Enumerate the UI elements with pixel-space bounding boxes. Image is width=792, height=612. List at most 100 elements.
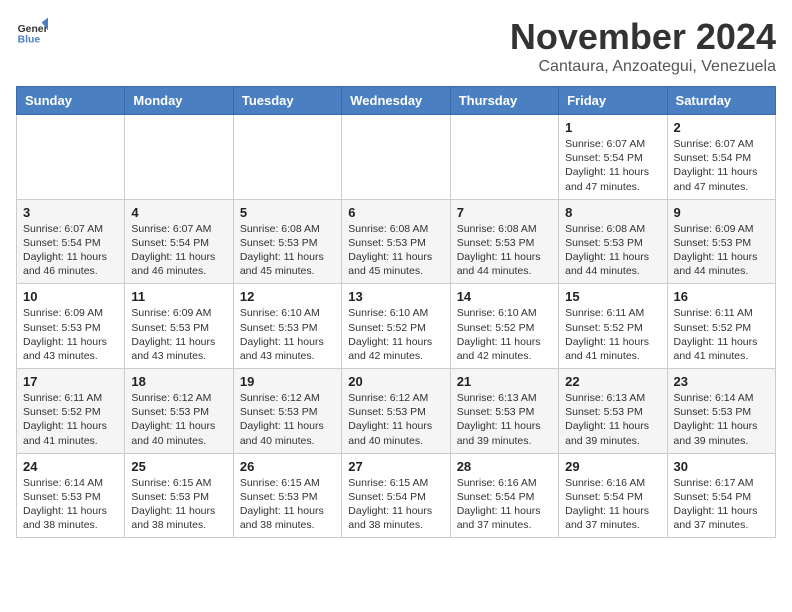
day-number: 20 [348,374,443,389]
day-info: Sunrise: 6:10 AMSunset: 5:52 PMDaylight:… [457,306,552,363]
day-cell: 4 Sunrise: 6:07 AMSunset: 5:54 PMDaylight… [125,199,233,284]
week-row-4: 17 Sunrise: 6:11 AMSunset: 5:52 PMDayligh… [17,369,776,454]
day-info: Sunrise: 6:16 AMSunset: 5:54 PMDaylight:… [565,476,660,533]
day-info: Sunrise: 6:07 AMSunset: 5:54 PMDaylight:… [131,222,226,279]
day-number: 16 [674,289,769,304]
day-info: Sunrise: 6:13 AMSunset: 5:53 PMDaylight:… [565,391,660,448]
day-number: 19 [240,374,335,389]
day-cell: 17 Sunrise: 6:11 AMSunset: 5:52 PMDayligh… [17,369,125,454]
day-cell: 14Sunrise: 6:10 AMSunset: 5:52 PMDayligh… [450,284,558,369]
day-info: Sunrise: 6:07 AMSunset: 5:54 PMDaylight:… [674,137,769,194]
day-info: Sunrise: 6:07 AMSunset: 5:54 PMDaylight:… [23,222,118,279]
day-info: Sunrise: 6:12 AMSunset: 5:53 PMDaylight:… [240,391,335,448]
day-cell [450,115,558,200]
day-number: 23 [674,374,769,389]
day-number: 10 [23,289,118,304]
day-number: 30 [674,459,769,474]
day-number: 3 [23,205,118,220]
calendar-table: SundayMondayTuesdayWednesdayThursdayFrid… [16,86,776,538]
day-cell: 5Sunrise: 6:08 AMSunset: 5:53 PMDaylight… [233,199,341,284]
day-number: 2 [674,120,769,135]
day-info: Sunrise: 6:14 AMSunset: 5:53 PMDaylight:… [674,391,769,448]
day-cell: 2 Sunrise: 6:07 AMSunset: 5:54 PMDaylight… [667,115,775,200]
day-number: 12 [240,289,335,304]
weekday-header-saturday: Saturday [667,87,775,115]
day-number: 17 [23,374,118,389]
day-info: Sunrise: 6:10 AMSunset: 5:52 PMDaylight:… [348,306,443,363]
title-block: November 2024 Cantaura, Anzoategui, Vene… [510,16,776,76]
day-cell: 6 Sunrise: 6:08 AMSunset: 5:53 PMDaylight… [342,199,450,284]
day-info: Sunrise: 6:07 AMSunset: 5:54 PMDaylight:… [565,137,660,194]
location-title: Cantaura, Anzoategui, Venezuela [510,58,776,76]
weekday-header-friday: Friday [559,87,667,115]
month-title: November 2024 [510,16,776,58]
weekday-header-monday: Monday [125,87,233,115]
day-info: Sunrise: 6:10 AMSunset: 5:53 PMDaylight:… [240,306,335,363]
day-cell: 22 Sunrise: 6:13 AMSunset: 5:53 PMDayligh… [559,369,667,454]
day-cell: 28 Sunrise: 6:16 AMSunset: 5:54 PMDayligh… [450,453,558,538]
day-number: 28 [457,459,552,474]
day-info: Sunrise: 6:15 AMSunset: 5:53 PMDaylight:… [131,476,226,533]
day-cell: 9 Sunrise: 6:09 AMSunset: 5:53 PMDaylight… [667,199,775,284]
week-row-5: 24Sunrise: 6:14 AMSunset: 5:53 PMDayligh… [17,453,776,538]
day-number: 9 [674,205,769,220]
day-cell: 10 Sunrise: 6:09 AMSunset: 5:53 PMDayligh… [17,284,125,369]
day-number: 8 [565,205,660,220]
day-info: Sunrise: 6:09 AMSunset: 5:53 PMDaylight:… [131,306,226,363]
day-info: Sunrise: 6:16 AMSunset: 5:54 PMDaylight:… [457,476,552,533]
weekday-header-row: SundayMondayTuesdayWednesdayThursdayFrid… [17,87,776,115]
day-number: 13 [348,289,443,304]
day-info: Sunrise: 6:14 AMSunset: 5:53 PMDaylight:… [23,476,118,533]
day-number: 7 [457,205,552,220]
weekday-header-tuesday: Tuesday [233,87,341,115]
day-number: 4 [131,205,226,220]
day-cell: 1 Sunrise: 6:07 AMSunset: 5:54 PMDaylight… [559,115,667,200]
day-info: Sunrise: 6:08 AMSunset: 5:53 PMDaylight:… [348,222,443,279]
day-info: Sunrise: 6:11 AMSunset: 5:52 PMDaylight:… [565,306,660,363]
day-cell [342,115,450,200]
day-info: Sunrise: 6:11 AMSunset: 5:52 PMDaylight:… [674,306,769,363]
day-cell: 23 Sunrise: 6:14 AMSunset: 5:53 PMDayligh… [667,369,775,454]
day-cell: 26Sunrise: 6:15 AMSunset: 5:53 PMDayligh… [233,453,341,538]
day-number: 25 [131,459,226,474]
day-info: Sunrise: 6:15 AMSunset: 5:53 PMDaylight:… [240,476,335,533]
day-cell [125,115,233,200]
day-number: 18 [131,374,226,389]
day-info: Sunrise: 6:08 AMSunset: 5:53 PMDaylight:… [565,222,660,279]
day-info: Sunrise: 6:08 AMSunset: 5:53 PMDaylight:… [457,222,552,279]
day-info: Sunrise: 6:09 AMSunset: 5:53 PMDaylight:… [23,306,118,363]
week-row-3: 10 Sunrise: 6:09 AMSunset: 5:53 PMDayligh… [17,284,776,369]
day-cell: 11 Sunrise: 6:09 AMSunset: 5:53 PMDayligh… [125,284,233,369]
day-cell: 15 Sunrise: 6:11 AMSunset: 5:52 PMDayligh… [559,284,667,369]
weekday-header-thursday: Thursday [450,87,558,115]
day-number: 22 [565,374,660,389]
page-header: General Blue November 2024 Cantaura, Anz… [16,16,776,76]
svg-text:Blue: Blue [18,34,41,45]
weekday-header-wednesday: Wednesday [342,87,450,115]
day-number: 6 [348,205,443,220]
day-number: 15 [565,289,660,304]
day-cell: 30 Sunrise: 6:17 AMSunset: 5:54 PMDayligh… [667,453,775,538]
day-number: 11 [131,289,226,304]
day-cell: 13 Sunrise: 6:10 AMSunset: 5:52 PMDayligh… [342,284,450,369]
day-cell: 24Sunrise: 6:14 AMSunset: 5:53 PMDayligh… [17,453,125,538]
day-info: Sunrise: 6:12 AMSunset: 5:53 PMDaylight:… [348,391,443,448]
day-cell: 18Sunrise: 6:12 AMSunset: 5:53 PMDayligh… [125,369,233,454]
logo: General Blue [16,16,48,48]
weekday-header-sunday: Sunday [17,87,125,115]
day-cell: 19 Sunrise: 6:12 AMSunset: 5:53 PMDayligh… [233,369,341,454]
day-cell: 29 Sunrise: 6:16 AMSunset: 5:54 PMDayligh… [559,453,667,538]
day-cell: 27 Sunrise: 6:15 AMSunset: 5:54 PMDayligh… [342,453,450,538]
day-info: Sunrise: 6:15 AMSunset: 5:54 PMDaylight:… [348,476,443,533]
day-info: Sunrise: 6:13 AMSunset: 5:53 PMDaylight:… [457,391,552,448]
day-number: 29 [565,459,660,474]
day-number: 27 [348,459,443,474]
day-number: 1 [565,120,660,135]
day-number: 5 [240,205,335,220]
day-info: Sunrise: 6:09 AMSunset: 5:53 PMDaylight:… [674,222,769,279]
day-info: Sunrise: 6:17 AMSunset: 5:54 PMDaylight:… [674,476,769,533]
day-cell: 7 Sunrise: 6:08 AMSunset: 5:53 PMDaylight… [450,199,558,284]
day-info: Sunrise: 6:11 AMSunset: 5:52 PMDaylight:… [23,391,118,448]
day-cell [233,115,341,200]
day-cell: 16 Sunrise: 6:11 AMSunset: 5:52 PMDayligh… [667,284,775,369]
